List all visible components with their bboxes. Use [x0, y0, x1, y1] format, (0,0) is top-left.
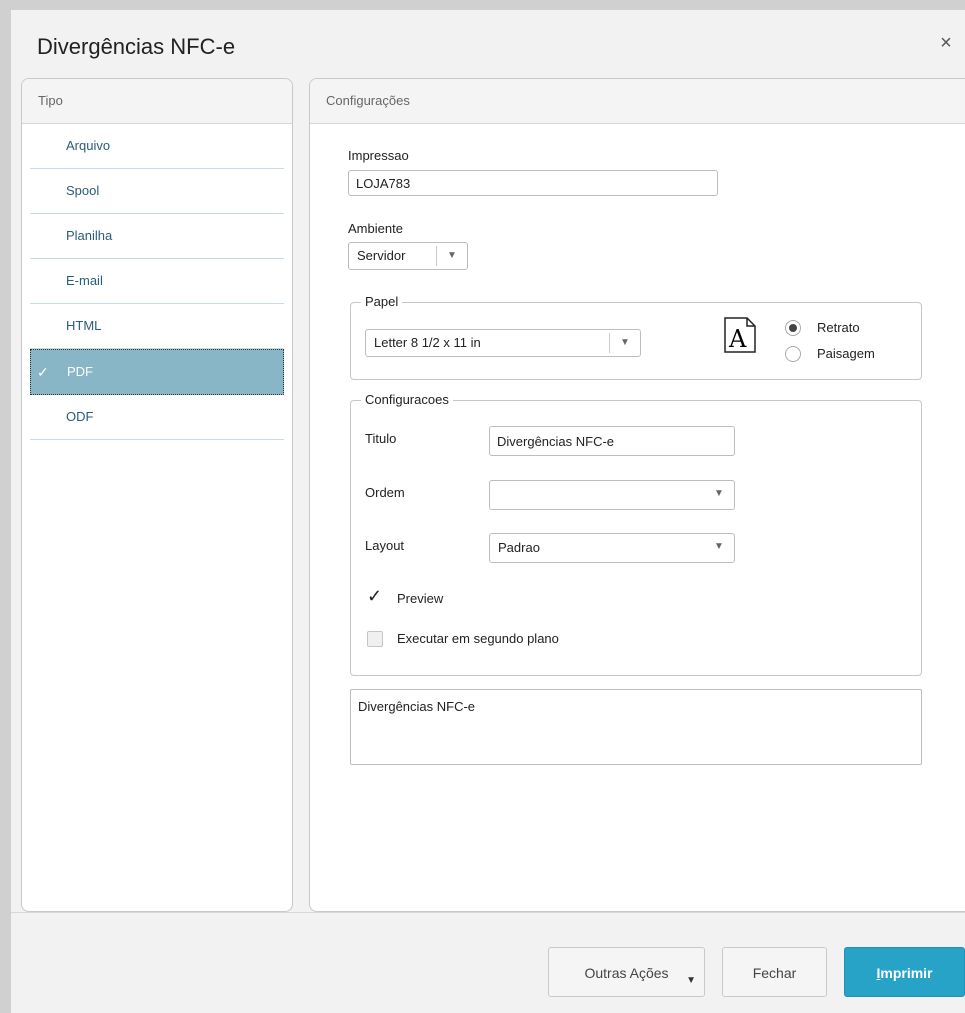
outras-acoes-label: Outras Ações	[584, 965, 669, 981]
imprimir-button[interactable]: Imprimir	[844, 947, 965, 997]
tipo-item-odf[interactable]: ODF	[30, 395, 284, 440]
retrato-radio[interactable]	[785, 320, 801, 336]
chevron-down-icon: ▼	[714, 488, 724, 499]
tipo-item-label: Arquivo	[66, 138, 111, 153]
ordem-select[interactable]: ▼	[489, 480, 735, 510]
description-textarea[interactable]: Divergências NFC-e	[350, 689, 922, 765]
ambiente-select[interactable]: Servidor ▼	[348, 242, 468, 270]
chevron-down-icon: ▼	[609, 333, 640, 353]
ambiente-value: Servidor	[357, 248, 406, 263]
titulo-label: Titulo	[365, 431, 397, 446]
print-dialog: Divergências NFC-e × Tipo Arquivo Spool …	[11, 10, 965, 1013]
tipo-item-email[interactable]: E-mail	[30, 259, 284, 304]
tipo-item-arquivo[interactable]: Arquivo	[30, 124, 284, 169]
paper-size-value: Letter 8 1/2 x 11 in	[374, 335, 481, 350]
tipo-item-planilha[interactable]: Planilha	[30, 214, 284, 259]
config-header: Configurações	[310, 79, 965, 124]
config-panel: Configurações Impressao LOJA783 Ambiente…	[309, 78, 965, 912]
chevron-down-icon: ▼	[686, 975, 696, 986]
tipo-item-html[interactable]: HTML	[30, 304, 284, 349]
title-bar: Divergências NFC-e ×	[11, 10, 965, 78]
tipo-panel: Tipo Arquivo Spool Planilha E-mail HTML …	[21, 78, 293, 912]
chevron-down-icon: ▼	[714, 541, 724, 552]
paper-portrait-icon: A	[724, 317, 756, 353]
tipo-item-label: PDF	[67, 364, 93, 379]
layout-value: Padrao	[498, 540, 540, 555]
tipo-item-pdf[interactable]: ✓ PDF	[30, 349, 284, 395]
layout-label: Layout	[365, 538, 405, 553]
check-icon: ✓	[37, 364, 49, 380]
imprimir-label: mprimir	[880, 965, 933, 981]
preview-label: Preview	[397, 591, 444, 606]
tipo-item-label: Planilha	[66, 228, 113, 243]
segundo-plano-label: Executar em segundo plano	[397, 631, 559, 646]
configuracoes-legend: Configuracoes	[361, 392, 453, 407]
layout-select[interactable]: Padrao ▼	[489, 533, 735, 563]
paisagem-label: Paisagem	[817, 346, 875, 361]
chevron-down-icon: ▼	[436, 246, 467, 266]
configuracoes-group: Configuracoes Titulo Divergências NFC-e …	[350, 392, 922, 676]
paper-icon-letter: A	[728, 325, 747, 353]
outras-acoes-button[interactable]: Outras Ações ▼	[548, 947, 705, 997]
tipo-header: Tipo	[22, 79, 292, 124]
tipo-item-label: E-mail	[66, 273, 103, 288]
tipo-list: Arquivo Spool Planilha E-mail HTML ✓ PDF…	[22, 124, 292, 440]
preview-checkbox[interactable]: ✓	[367, 587, 382, 605]
retrato-label: Retrato	[817, 320, 860, 335]
paisagem-radio[interactable]	[785, 346, 801, 362]
papel-legend: Papel	[361, 294, 403, 309]
close-icon[interactable]: ×	[935, 32, 957, 54]
impressao-input[interactable]: LOJA783	[348, 170, 718, 196]
tipo-item-label: Spool	[66, 183, 100, 198]
tipo-item-label: HTML	[66, 318, 102, 333]
ordem-label: Ordem	[365, 485, 405, 500]
dialog-title: Divergências NFC-e	[37, 34, 236, 59]
segundo-plano-checkbox[interactable]	[367, 631, 383, 647]
ambiente-label: Ambiente	[348, 221, 403, 236]
impressao-label: Impressao	[348, 148, 409, 163]
fechar-button[interactable]: Fechar	[722, 947, 827, 997]
tipo-item-label: ODF	[66, 409, 94, 424]
papel-group: Papel Letter 8 1/2 x 11 in ▼ A Retrato P…	[350, 294, 922, 380]
titulo-input[interactable]: Divergências NFC-e	[489, 426, 735, 456]
footer: Outras Ações ▼ Fechar Imprimir	[11, 912, 965, 1013]
paper-size-select[interactable]: Letter 8 1/2 x 11 in ▼	[365, 329, 641, 357]
tipo-item-spool[interactable]: Spool	[30, 169, 284, 214]
